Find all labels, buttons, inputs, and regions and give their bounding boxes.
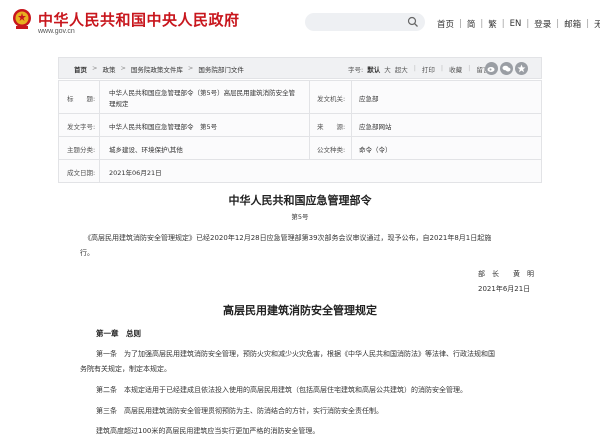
issuer-label: 发文机关: <box>317 95 346 103</box>
doc-type-value: 命令（令） <box>359 146 392 154</box>
breadcrumb-department-docs[interactable]: 国务院部门文件 <box>195 64 247 74</box>
nav-mail[interactable]: 邮箱 <box>559 18 586 30</box>
info-row-docno: 发文字号: 中华人民共和国应急管理部令 第5号 来 源: 应急部网站 <box>59 114 541 137</box>
national-emblem-icon[interactable] <box>12 8 32 30</box>
nav-login[interactable]: 登录 <box>529 18 556 30</box>
issuer-value: 应急部 <box>359 95 379 103</box>
search-input[interactable] <box>305 13 425 31</box>
divider <box>309 137 310 160</box>
source-value: 应急部网站 <box>359 123 392 131</box>
topic-label: 主题分类: <box>67 146 96 154</box>
print-button[interactable]: 打印 <box>420 64 437 74</box>
breadcrumb-arrow: > <box>187 64 194 72</box>
wechat-share-icon[interactable] <box>500 62 513 75</box>
document-number: 第5号 <box>291 213 309 221</box>
chapter-heading: 第一章 总则 <box>96 329 141 338</box>
title-label: 标 题: <box>67 95 96 103</box>
divider <box>351 114 352 137</box>
breadcrumb-arrow: > <box>120 64 126 72</box>
doc-no-label: 发文字号: <box>67 123 96 131</box>
divider <box>309 114 310 137</box>
nav-accessibility[interactable]: 无障碍 <box>589 18 600 30</box>
title-value: 理规定 <box>109 100 129 108</box>
divider <box>99 137 100 160</box>
tool-separator: | <box>468 64 471 72</box>
breadcrumb-arrow: > <box>92 64 98 72</box>
nav-simplified[interactable]: 简 <box>462 18 481 30</box>
font-size-label: 字号: <box>348 66 364 74</box>
font-size-default[interactable]: 默认 <box>365 64 382 74</box>
nav-traditional[interactable]: 繁 <box>483 18 502 30</box>
divider <box>99 81 100 114</box>
nav-home[interactable]: 首页 <box>432 18 459 30</box>
search-icon[interactable] <box>407 16 419 28</box>
site-header: 中华人民共和国中央人民政府 www.gov.cn 首页 | 简 | 繁 | EN… <box>0 0 600 46</box>
article-paragraph: 第三条 高层民用建筑消防安全管理贯彻预防为主、防消结合的方针，实行消防安全责任制… <box>96 407 383 415</box>
info-row-topic: 主题分类: 城乡建设、环境保护\其他 公文种类: 命令（令） <box>59 137 541 160</box>
article-paragraph: 第一条 为了加强高层民用建筑消防安全管理，预防火灾和减少火灾危害，根据《中华人民… <box>96 350 495 358</box>
breadcrumb-home[interactable]: 首页 <box>71 64 90 74</box>
document-title: 中华人民共和国应急管理部令 <box>228 194 372 207</box>
qzone-share-icon[interactable] <box>515 62 528 75</box>
site-url: www.gov.cn <box>38 28 75 35</box>
article-paragraph: 第二条 本规定适用于已经建成且依法投入使用的高层民用建筑（包括高层住宅建筑和高层… <box>96 386 467 394</box>
divider <box>351 81 352 114</box>
share-buttons <box>485 62 528 75</box>
divider <box>99 114 100 137</box>
weibo-share-icon[interactable] <box>485 62 498 75</box>
date-label: 成文日期: <box>67 169 96 177</box>
breadcrumb: 首页 > 政策 > 国务院政策文件库 > 国务院部门文件 <box>71 64 247 74</box>
info-row-date: 成文日期: 2021年06月21日 <box>59 160 541 182</box>
font-size-extra-large[interactable]: 超大 <box>393 64 410 74</box>
doc-no-value: 中华人民共和国应急管理部令 第5号 <box>109 123 218 131</box>
article-paragraph: 务院有关规定，制定本规定。 <box>80 365 171 373</box>
top-nav: 首页 | 简 | 繁 | EN | 登录 | 邮箱 | 无障碍 <box>432 18 600 30</box>
topic-value: 城乡建设、环境保护\其他 <box>109 146 183 154</box>
intro-paragraph: 《高层民用建筑消防安全管理规定》已经2020年12月28日应急管理部第39次部务… <box>84 234 492 242</box>
article-paragraph: 建筑高度超过100米的高层民用建筑应当实行更加严格的消防安全管理。 <box>96 427 320 435</box>
info-row-title: 标 题: 中华人民共和国应急管理部令（第5号）高层民用建筑消防安全管 理规定 发… <box>59 81 541 114</box>
signature-name: 部 长 黄 明 <box>478 270 534 278</box>
breadcrumb-bar: 首页 > 政策 > 国务院政策文件库 > 国务院部门文件 字号: 默认 大 超大… <box>58 57 542 79</box>
divider <box>309 81 310 114</box>
tool-separator: | <box>413 64 416 72</box>
nav-english[interactable]: EN <box>505 19 527 29</box>
title-value: 中华人民共和国应急管理部令（第5号）高层民用建筑消防安全管 <box>109 89 296 97</box>
regulation-title: 高层民用建筑消防安全管理规定 <box>223 304 377 317</box>
site-title[interactable]: 中华人民共和国中央人民政府 <box>38 9 240 30</box>
page-tools: 字号: 默认 大 超大 | 打印 | 收藏 | 留言 <box>346 64 491 74</box>
doc-type-label: 公文种类: <box>317 146 346 154</box>
favorite-button[interactable]: 收藏 <box>447 64 464 74</box>
font-size-large[interactable]: 大 <box>382 64 393 74</box>
source-label: 来 源: <box>317 123 346 131</box>
breadcrumb-policy-library[interactable]: 国务院政策文件库 <box>128 64 186 74</box>
divider <box>351 137 352 160</box>
date-value: 2021年06月21日 <box>109 169 162 177</box>
intro-paragraph: 行。 <box>80 249 94 257</box>
divider <box>99 160 100 182</box>
document-info-table: 标 题: 中华人民共和国应急管理部令（第5号）高层民用建筑消防安全管 理规定 发… <box>58 80 542 183</box>
signature-date: 2021年6月21日 <box>478 285 531 293</box>
tool-separator: | <box>440 64 444 72</box>
breadcrumb-policy[interactable]: 政策 <box>99 64 118 74</box>
